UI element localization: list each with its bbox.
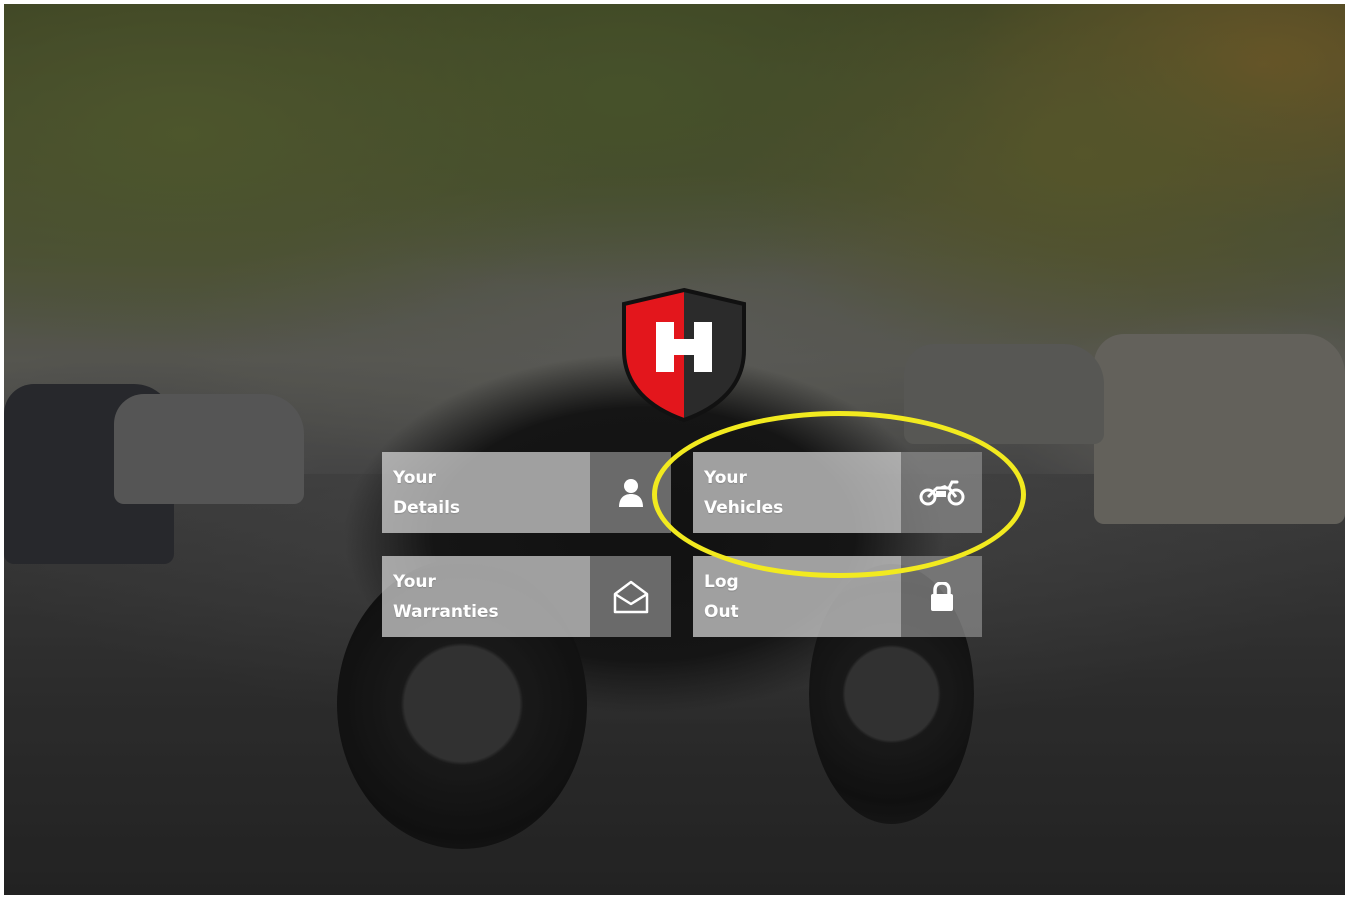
envelope-open-icon (613, 580, 648, 613)
your-vehicles-label[interactable]: Your Vehicles (693, 452, 901, 533)
tile-label-line: Vehicles (704, 497, 784, 518)
your-vehicles-tile[interactable]: Your Vehicles (693, 452, 982, 533)
your-warranties-label[interactable]: Your Warranties (382, 556, 590, 637)
log-out-icon-box[interactable] (901, 556, 982, 637)
log-out-tile[interactable]: Log Out (693, 556, 982, 637)
app-window: Your Details Your Vehicles Your Warranti… (4, 4, 1345, 895)
user-icon (618, 478, 643, 507)
your-details-icon-box[interactable] (590, 452, 671, 533)
dim-overlay (4, 4, 1345, 895)
motorbike-icon (919, 480, 964, 505)
your-details-tile[interactable]: Your Details (382, 452, 671, 533)
tile-label-line: Warranties (393, 601, 499, 622)
brand-logo (622, 287, 746, 423)
tile-label-line: Your (393, 467, 436, 488)
your-details-label[interactable]: Your Details (382, 452, 590, 533)
tile-label-line: Your (393, 571, 436, 592)
background-photo (4, 4, 1345, 895)
tile-label-line: Out (704, 601, 739, 622)
log-out-label[interactable]: Log Out (693, 556, 901, 637)
tile-label-line: Log (704, 571, 739, 592)
your-warranties-tile[interactable]: Your Warranties (382, 556, 671, 637)
tile-label-line: Your (704, 467, 747, 488)
tile-label-line: Details (393, 497, 461, 518)
lock-icon (930, 581, 953, 611)
your-vehicles-icon-box[interactable] (901, 452, 982, 533)
your-warranties-icon-box[interactable] (590, 556, 671, 637)
